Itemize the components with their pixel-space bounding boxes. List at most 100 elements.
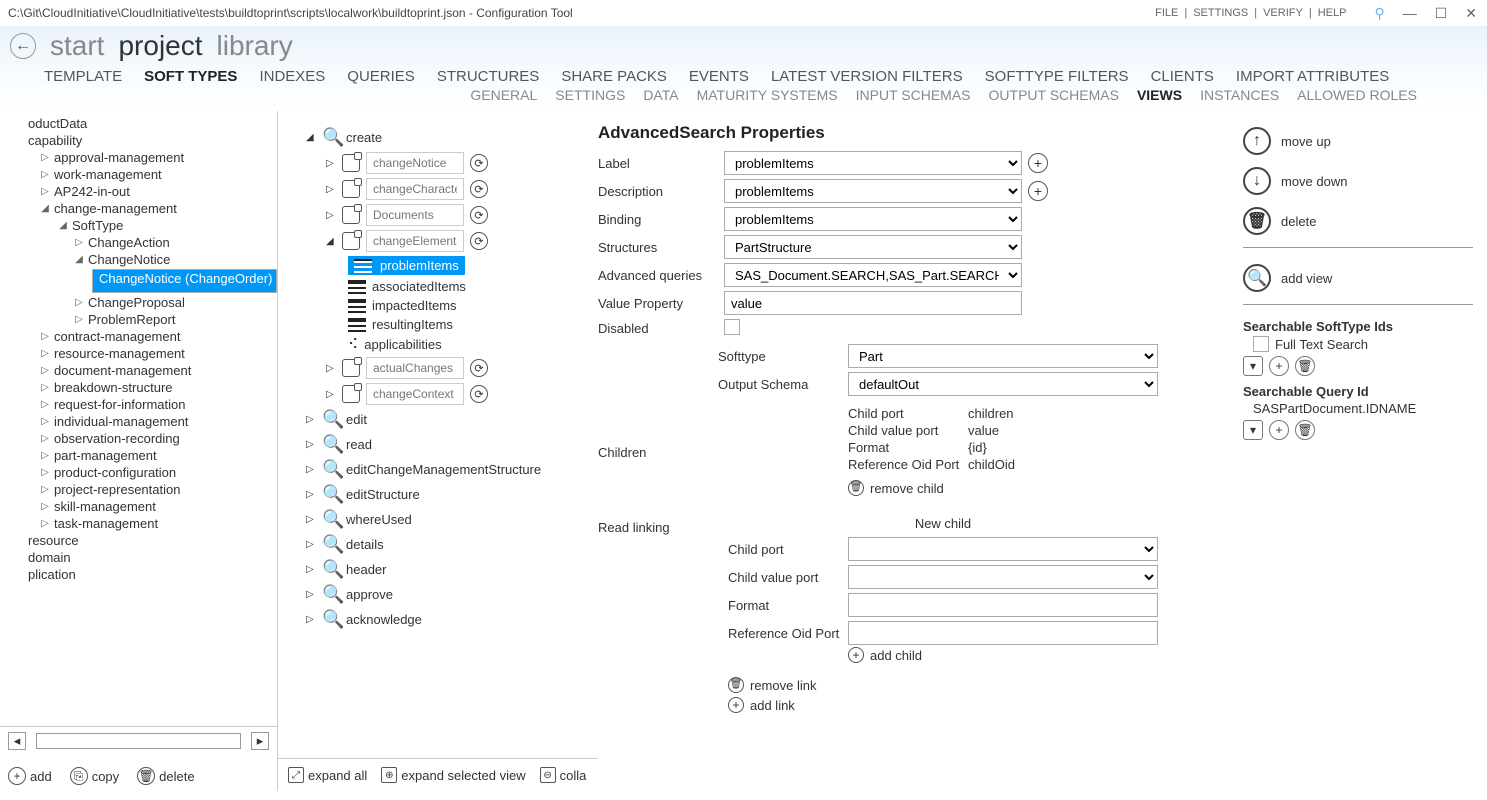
tree-node[interactable]: ChangeProposal xyxy=(0,294,277,311)
subtab-allowed-roles[interactable]: ALLOWED ROLES xyxy=(1297,87,1417,103)
dropdown-button[interactable]: ▾ xyxy=(1243,420,1263,440)
add-description-button[interactable]: + xyxy=(1028,181,1048,201)
dropdown-button[interactable]: ▾ xyxy=(1243,356,1263,376)
view-node[interactable]: 🔍acknowledge xyxy=(288,607,598,632)
tree-node[interactable]: skill-management xyxy=(0,498,277,515)
tree-node[interactable]: SoftType xyxy=(0,217,277,234)
tree-node[interactable]: ChangeAction xyxy=(0,234,277,251)
crumb-start[interactable]: start xyxy=(50,30,104,62)
view-node[interactable]: 🔍create xyxy=(288,125,598,150)
tab-latest-version-filters[interactable]: LATEST VERSION FILTERS xyxy=(771,68,963,85)
pin-icon[interactable]: ⚲ xyxy=(1372,5,1386,22)
refresh-icon[interactable]: ⟳ xyxy=(470,385,488,403)
view-node[interactable]: ⠪applicabilities xyxy=(288,334,598,355)
tree-node[interactable]: task-management xyxy=(0,515,277,532)
binding-input[interactable]: problemItems xyxy=(724,207,1022,231)
full-text-row[interactable]: Full Text Search xyxy=(1243,336,1473,352)
tree-node[interactable]: part-management xyxy=(0,447,277,464)
remove-child-button[interactable]: 🗑remove child xyxy=(848,478,1178,498)
view-node[interactable]: 🔍details xyxy=(288,532,598,557)
menu-settings[interactable]: SETTINGS xyxy=(1191,7,1250,19)
adv-queries-input[interactable]: SAS_Document.SEARCH,SAS_Part.SEARCH xyxy=(724,263,1022,287)
full-text-checkbox[interactable] xyxy=(1253,336,1269,352)
scroll-track[interactable] xyxy=(36,733,241,749)
view-node[interactable]: ⟳ xyxy=(288,381,598,407)
node-label-input[interactable] xyxy=(366,357,464,379)
tree-node[interactable]: ProblemReport xyxy=(0,311,277,328)
subtab-general[interactable]: GENERAL xyxy=(470,87,537,103)
child-value-port-input[interactable] xyxy=(848,565,1158,589)
delete-id-button[interactable]: 🗑 xyxy=(1295,356,1315,376)
node-label-input[interactable] xyxy=(366,178,464,200)
tree-node[interactable]: work-management xyxy=(0,166,277,183)
tab-template[interactable]: TEMPLATE xyxy=(44,68,122,85)
subtab-output-schemas[interactable]: OUTPUT SCHEMAS xyxy=(989,87,1119,103)
node-label-input[interactable] xyxy=(366,383,464,405)
tree-node[interactable]: ChangeNotice (ChangeOrder) xyxy=(0,268,277,294)
tree-node[interactable]: resource-management xyxy=(0,345,277,362)
close-icon[interactable]: ✕ xyxy=(1463,5,1479,22)
refresh-icon[interactable]: ⟳ xyxy=(470,154,488,172)
crumb-library[interactable]: library xyxy=(217,30,293,62)
tree-node[interactable]: oductData xyxy=(0,115,277,132)
add-button[interactable]: +add xyxy=(8,767,52,785)
add-id-button[interactable]: + xyxy=(1269,356,1289,376)
refresh-icon[interactable]: ⟳ xyxy=(470,232,488,250)
tab-events[interactable]: EVENTS xyxy=(689,68,749,85)
tree-node[interactable]: AP242-in-out xyxy=(0,183,277,200)
refresh-icon[interactable]: ⟳ xyxy=(470,180,488,198)
menu-verify[interactable]: VERIFY xyxy=(1261,7,1305,19)
subtab-settings[interactable]: SETTINGS xyxy=(555,87,625,103)
refresh-icon[interactable]: ⟳ xyxy=(470,359,488,377)
node-label-input[interactable] xyxy=(366,204,464,226)
expand-all-button[interactable]: ⤢expand all xyxy=(288,767,367,783)
ref-oid-input[interactable] xyxy=(848,621,1158,645)
tree-node[interactable]: plication xyxy=(0,566,277,583)
back-button[interactable]: ← xyxy=(10,33,36,59)
delete-query-button[interactable]: 🗑 xyxy=(1295,420,1315,440)
tab-softtype-filters[interactable]: SOFTTYPE FILTERS xyxy=(985,68,1129,85)
tree-node[interactable]: project-representation xyxy=(0,481,277,498)
move-down-button[interactable]: ↓move down xyxy=(1243,161,1473,201)
collapse-button[interactable]: ⊖colla xyxy=(540,767,587,783)
tree-node[interactable]: change-management xyxy=(0,200,277,217)
description-input[interactable]: problemItems xyxy=(724,179,1022,203)
view-node[interactable]: ⟳ xyxy=(288,228,598,254)
view-node[interactable]: 🔍read xyxy=(288,432,598,457)
tab-indexes[interactable]: INDEXES xyxy=(259,68,325,85)
remove-link-button[interactable]: 🗑remove link xyxy=(728,675,1178,695)
subtab-views[interactable]: VIEWS xyxy=(1137,87,1182,103)
tab-share-packs[interactable]: SHARE PACKS xyxy=(561,68,667,85)
add-view-button[interactable]: 🔍add view xyxy=(1243,258,1473,298)
maximize-icon[interactable]: ☐ xyxy=(1433,5,1450,22)
menu-file[interactable]: FILE xyxy=(1153,7,1180,19)
tab-import-attributes[interactable]: IMPORT ATTRIBUTES xyxy=(1236,68,1389,85)
view-node[interactable]: 🔍approve xyxy=(288,582,598,607)
h-scroll[interactable]: ◂ ▸ xyxy=(8,733,269,749)
add-query-button[interactable]: + xyxy=(1269,420,1289,440)
tree-node[interactable]: resource xyxy=(0,532,277,549)
view-node[interactable]: problemItems xyxy=(288,254,598,277)
tree-node[interactable]: contract-management xyxy=(0,328,277,345)
subtab-maturity[interactable]: MATURITY SYSTEMS xyxy=(697,87,838,103)
tab-clients[interactable]: CLIENTS xyxy=(1151,68,1214,85)
view-node[interactable]: 🔍editStructure xyxy=(288,482,598,507)
view-node[interactable]: impactedItems xyxy=(288,296,598,315)
view-node[interactable]: ⟳ xyxy=(288,202,598,228)
add-child-button[interactable]: +add child xyxy=(728,645,1178,665)
tree-node[interactable]: observation-recording xyxy=(0,430,277,447)
refresh-icon[interactable]: ⟳ xyxy=(470,206,488,224)
structures-input[interactable]: PartStructure xyxy=(724,235,1022,259)
tree-node[interactable]: product-configuration xyxy=(0,464,277,481)
add-link-button[interactable]: +add link xyxy=(728,695,1178,715)
tree-node[interactable]: request-for-information xyxy=(0,396,277,413)
tab-queries[interactable]: QUERIES xyxy=(347,68,415,85)
expand-selected-button[interactable]: ⊕expand selected view xyxy=(381,767,525,783)
delete-button[interactable]: 🗑delete xyxy=(137,767,194,785)
tab-structures[interactable]: STRUCTURES xyxy=(437,68,540,85)
node-label-input[interactable] xyxy=(366,152,464,174)
view-node[interactable]: resultingItems xyxy=(288,315,598,334)
subtab-instances[interactable]: INSTANCES xyxy=(1200,87,1279,103)
tree-node[interactable]: capability xyxy=(0,132,277,149)
tree-node[interactable]: approval-management xyxy=(0,149,277,166)
